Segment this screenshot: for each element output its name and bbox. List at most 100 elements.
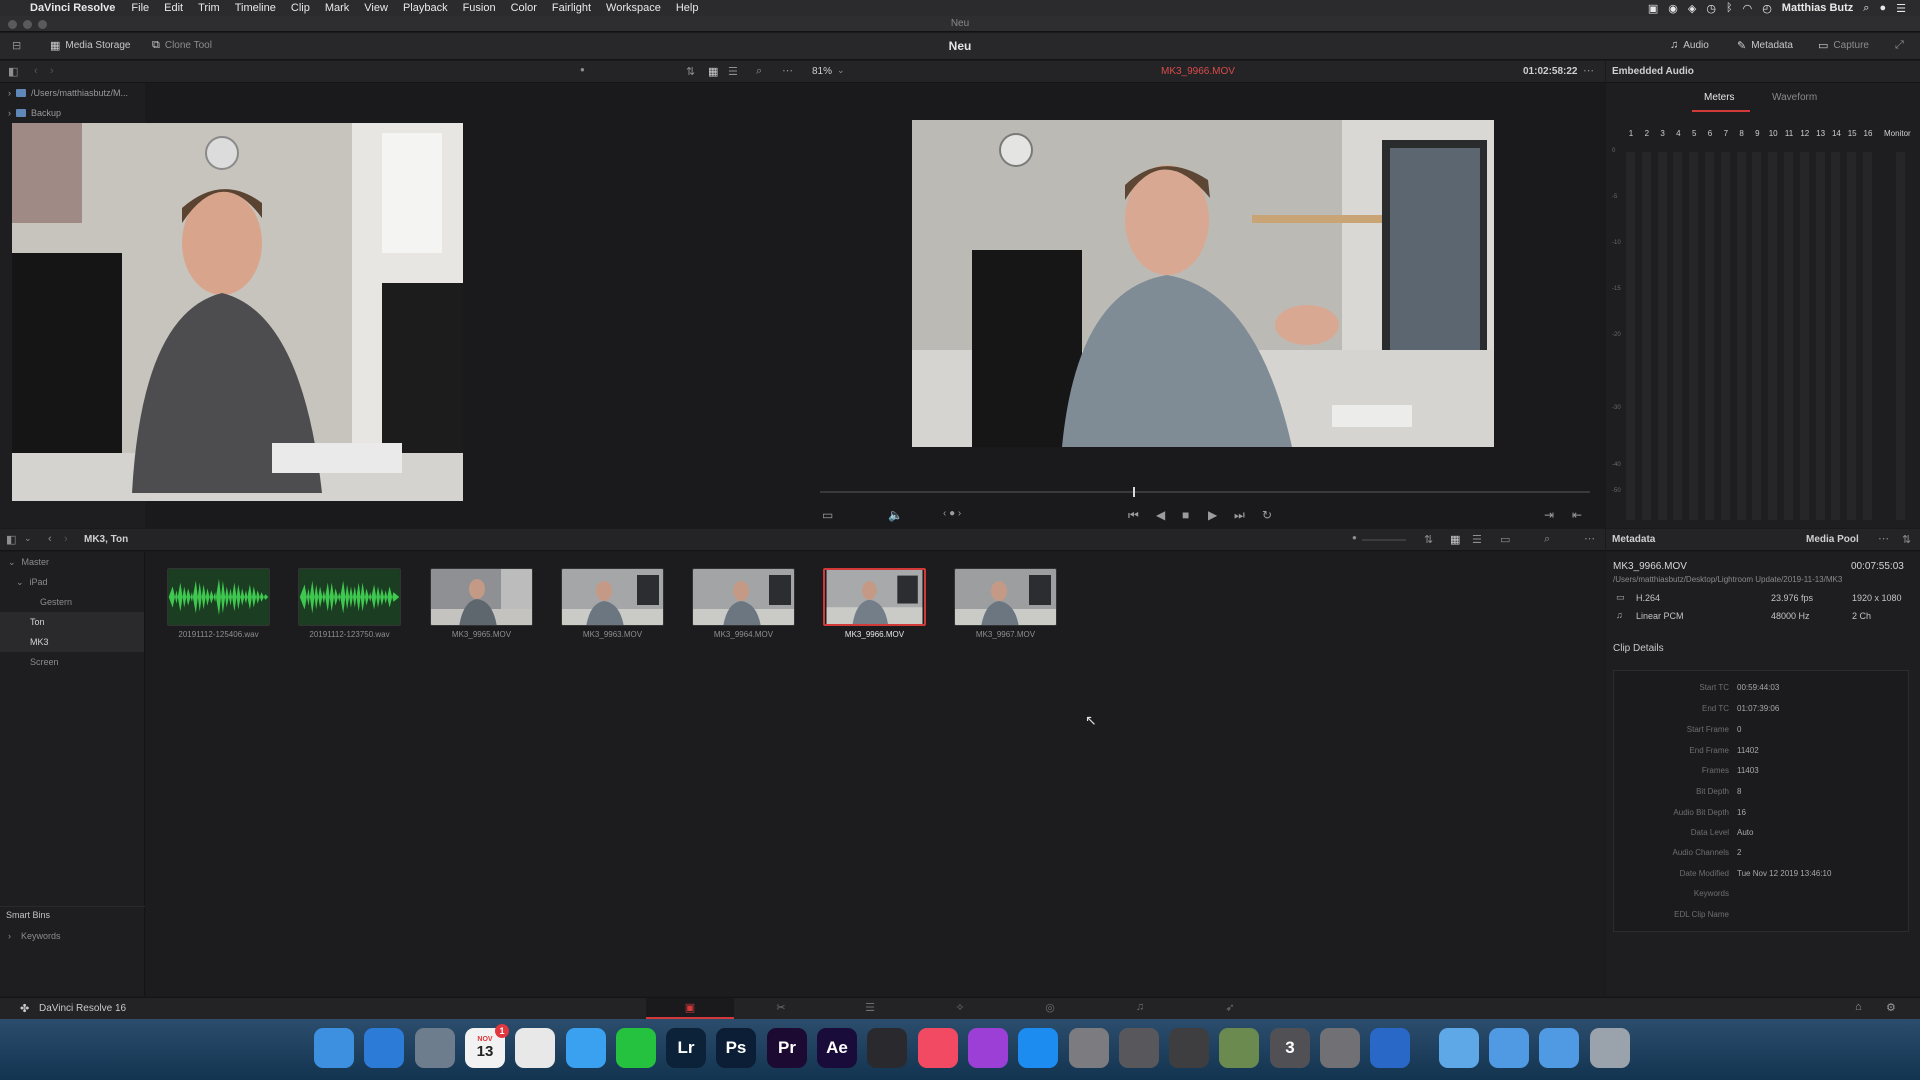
- tab-waveform[interactable]: Waveform: [1772, 92, 1817, 103]
- minimize-window-icon[interactable]: [23, 20, 32, 29]
- wifi-icon[interactable]: ◠: [1743, 2, 1753, 15]
- bin-list-toggle-icon[interactable]: ◧: [6, 533, 16, 546]
- clock-icon[interactable]: ◴: [1762, 2, 1772, 15]
- smart-bin-keywords[interactable]: › Keywords: [8, 931, 61, 941]
- page-color-icon[interactable]: ◎: [1042, 1001, 1058, 1014]
- sort-icon[interactable]: ⇅: [1902, 533, 1911, 546]
- dock-motion-icon[interactable]: [1320, 1028, 1360, 1068]
- menu-file[interactable]: File: [131, 2, 149, 14]
- dock-premiere-icon[interactable]: Pr: [767, 1028, 807, 1068]
- page-cut-icon[interactable]: ✂: [773, 1001, 789, 1014]
- fullscreen-icon[interactable]: ⤢: [1895, 39, 1904, 52]
- storage-item-users[interactable]: › /Users/matthiasbutz/M...: [0, 83, 145, 103]
- dock-lightroom-icon[interactable]: Lr: [666, 1028, 706, 1068]
- spotlight-icon[interactable]: ⌕: [1863, 2, 1869, 15]
- viewer-scrubber[interactable]: [820, 491, 1590, 493]
- bin-master[interactable]: ⌄ Master: [0, 552, 144, 572]
- go-to-end-icon[interactable]: ⏭: [1234, 508, 1245, 523]
- bin-ton[interactable]: Ton: [0, 612, 144, 632]
- page-deliver-icon[interactable]: ➶: [1222, 1001, 1238, 1014]
- sidebar-toggle-icon[interactable]: ◧: [8, 65, 18, 78]
- viewer-mode-icon[interactable]: ▭: [822, 508, 833, 522]
- menu-view[interactable]: View: [364, 2, 388, 14]
- clip-mk3-9967[interactable]: MK3_9967.MOV: [954, 568, 1057, 639]
- bluetooth-icon[interactable]: ᛒ: [1726, 2, 1733, 14]
- play-icon[interactable]: ▶: [1208, 508, 1217, 522]
- forward-icon[interactable]: ›: [50, 65, 54, 77]
- viewer-video-frame[interactable]: [912, 120, 1494, 447]
- more-options-icon[interactable]: ⋯: [782, 64, 793, 77]
- zoom-level[interactable]: 81%: [812, 66, 832, 77]
- dock-compressor-icon[interactable]: [1370, 1028, 1410, 1068]
- dock-music-icon[interactable]: [918, 1028, 958, 1068]
- zoom-window-icon[interactable]: [38, 20, 47, 29]
- dock-folder-1-icon[interactable]: [1439, 1028, 1479, 1068]
- close-window-icon[interactable]: [8, 20, 17, 29]
- menu-playback[interactable]: Playback: [403, 2, 448, 14]
- page-fusion-icon[interactable]: ✧: [952, 1001, 968, 1014]
- audio-button[interactable]: ♫ Audio: [1670, 39, 1709, 51]
- clip-mk3-9964[interactable]: MK3_9964.MOV: [692, 568, 795, 639]
- dock-appstore-icon[interactable]: [1018, 1028, 1058, 1068]
- bin-gestern[interactable]: Gestern: [0, 592, 144, 612]
- dock-davinci-icon[interactable]: [867, 1028, 907, 1068]
- menu-timeline[interactable]: Timeline: [235, 2, 276, 14]
- play-reverse-icon[interactable]: ◀: [1156, 508, 1165, 522]
- dock-folder-2-icon[interactable]: [1489, 1028, 1529, 1068]
- clone-tool-button[interactable]: ⧉ Clone Tool: [152, 39, 212, 52]
- jog-control-icon[interactable]: ‹ ● ›: [943, 508, 961, 519]
- media-storage-button[interactable]: ▦ Media Storage: [50, 39, 130, 52]
- menu-fairlight[interactable]: Fairlight: [552, 2, 591, 14]
- capture-button[interactable]: ▭ Capture: [1818, 39, 1869, 52]
- clip-mk3-9966[interactable]: MK3_9966.MOV: [823, 568, 926, 639]
- storage-clip-preview[interactable]: [12, 123, 463, 501]
- dock-trash-icon[interactable]: [1590, 1028, 1630, 1068]
- dock-photoshop-icon[interactable]: Ps: [716, 1028, 756, 1068]
- bin-screen[interactable]: Screen: [0, 652, 144, 672]
- dock-system-prefs-icon[interactable]: [1069, 1028, 1109, 1068]
- mark-out-icon[interactable]: ⇤: [1572, 508, 1582, 522]
- more-options-icon[interactable]: ⋯: [1878, 532, 1889, 545]
- loop-icon[interactable]: ↻: [1262, 508, 1272, 522]
- chevron-down-icon[interactable]: ⌄: [24, 533, 32, 544]
- page-edit-icon[interactable]: ☰: [862, 1001, 878, 1014]
- list-view-icon[interactable]: ☰: [1472, 533, 1482, 546]
- stop-icon[interactable]: ■: [1182, 508, 1189, 522]
- dock-calendar-icon[interactable]: NOV 13 1: [465, 1024, 509, 1068]
- dock-photos-icon[interactable]: [515, 1028, 555, 1068]
- search-icon[interactable]: ⌕: [756, 65, 762, 78]
- go-to-start-icon[interactable]: ⏮: [1128, 508, 1139, 523]
- metadata-view-icon[interactable]: ▭: [1500, 533, 1510, 546]
- viewer-playhead[interactable]: [1133, 487, 1135, 497]
- page-fairlight-icon[interactable]: ♫: [1132, 1001, 1148, 1014]
- time-machine-icon[interactable]: ◷: [1706, 2, 1716, 15]
- clip-mk3-9963[interactable]: MK3_9963.MOV: [561, 568, 664, 639]
- storage-item-backup[interactable]: › Backup: [0, 103, 145, 123]
- sort-icon[interactable]: ⇅: [686, 65, 695, 78]
- dock-other-app-icon[interactable]: [1219, 1028, 1259, 1068]
- dock-whatsapp-icon[interactable]: [616, 1028, 656, 1068]
- menu-clip[interactable]: Clip: [291, 2, 310, 14]
- clip-audio-123750[interactable]: 20191112-123750.wav: [298, 568, 401, 639]
- dock-screenshot-icon[interactable]: [1119, 1028, 1159, 1068]
- list-view-icon[interactable]: ☰: [728, 65, 738, 78]
- dock-preview-icon[interactable]: [415, 1028, 455, 1068]
- viewer-options-icon[interactable]: ⋯: [1583, 64, 1594, 77]
- forward-icon[interactable]: ›: [64, 533, 68, 545]
- viewer-clip-name[interactable]: MK3_9966.MOV: [1161, 66, 1235, 77]
- creative-cloud-icon[interactable]: ◉: [1668, 2, 1678, 15]
- dropbox-icon[interactable]: ◈: [1688, 2, 1696, 15]
- dock-safari-icon[interactable]: [364, 1028, 404, 1068]
- dock-aftereffects-icon[interactable]: Ae: [817, 1028, 857, 1068]
- back-icon[interactable]: ‹: [48, 533, 52, 545]
- dock-folder-3-icon[interactable]: [1539, 1028, 1579, 1068]
- mark-in-icon[interactable]: ⇥: [1544, 508, 1554, 522]
- menu-trim[interactable]: Trim: [198, 2, 220, 14]
- grid-view-icon[interactable]: ▦: [708, 65, 718, 78]
- screen-record-icon[interactable]: ▣: [1648, 2, 1658, 15]
- menu-help[interactable]: Help: [676, 2, 699, 14]
- metadata-button[interactable]: ✎ Metadata: [1737, 39, 1793, 52]
- page-media-icon[interactable]: ▣: [682, 1001, 698, 1014]
- dock-capture-icon[interactable]: [1169, 1028, 1209, 1068]
- sort-icon[interactable]: ⇅: [1424, 533, 1433, 546]
